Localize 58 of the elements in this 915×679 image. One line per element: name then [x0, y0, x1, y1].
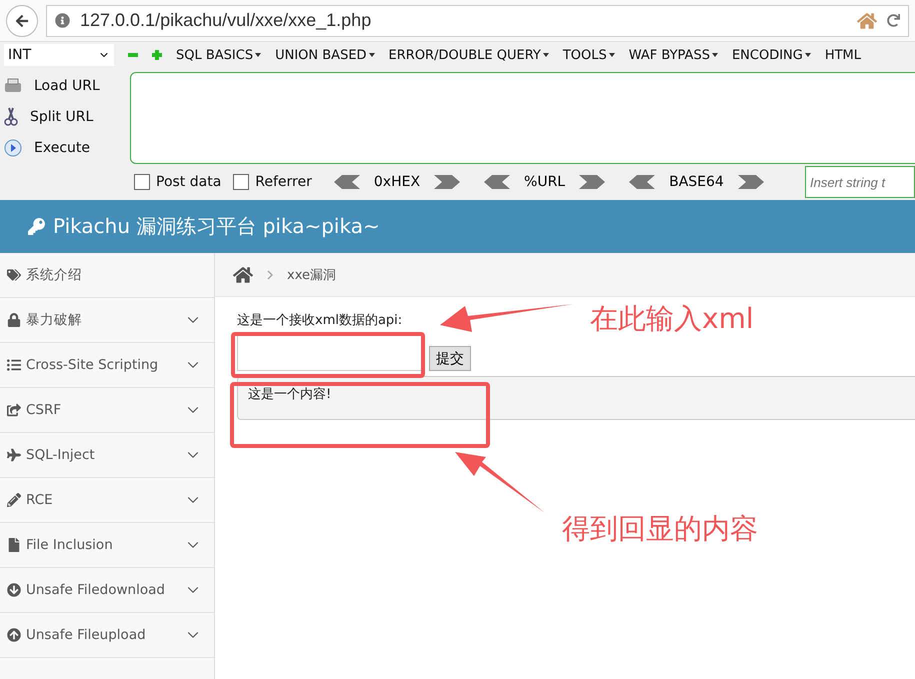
back-button[interactable] [6, 4, 38, 36]
info-icon[interactable] [55, 13, 70, 28]
breadcrumb-text[interactable]: xxe漏洞 [287, 266, 336, 284]
action-button[interactable]: Load URL [4, 74, 130, 97]
type-select[interactable]: INT [4, 44, 114, 66]
menu-icon [7, 493, 21, 507]
minus-icon[interactable] [128, 50, 138, 60]
insert-field[interactable]: Insert string t [805, 166, 915, 198]
sidebar-item[interactable]: CSRF [0, 388, 214, 433]
sidebar-item[interactable]: 系统介绍 [0, 253, 214, 298]
result-text: 这是一个内容! [237, 376, 915, 420]
menu-icon [7, 358, 21, 372]
option-checkbox[interactable]: Referrer [233, 174, 312, 190]
site-title: Pikachu 漏洞练习平台 pika~pika~ [53, 213, 380, 240]
url-textarea[interactable] [130, 72, 915, 164]
home-icon[interactable] [233, 264, 253, 284]
sidebar-item[interactable]: RCE [0, 478, 214, 523]
annotation-text: 在此输入xml [590, 301, 754, 337]
sidebar-item[interactable]: Unsafe Filedownload [0, 568, 214, 613]
menu-icon [7, 628, 21, 642]
play-icon [4, 138, 22, 156]
reload-icon[interactable] [887, 14, 900, 27]
submit-button[interactable]: 提交 [429, 346, 471, 371]
encoder-label: BASE64 [669, 174, 724, 190]
menu-item[interactable]: SQL BASICS [176, 48, 262, 62]
sidebar-item[interactable]: Cross-Site Scripting [0, 343, 214, 388]
menu-item[interactable]: WAF BYPASS [628, 48, 718, 62]
menu-item[interactable]: TOOLS [562, 48, 615, 62]
url-text: 127.0.0.1/pikachu/vul/xxe/xxe_1.php [80, 10, 372, 31]
menu-icon [7, 448, 21, 462]
back-arrow-icon [15, 14, 29, 28]
key-icon [28, 218, 45, 235]
menu-icon [7, 538, 21, 552]
menu-item[interactable]: ERROR/DOUBLE QUERY [388, 48, 549, 62]
printer-icon [4, 78, 22, 94]
menu-item[interactable]: ENCODING [732, 48, 811, 62]
sidebar-item[interactable]: 暴力破解 [0, 298, 214, 343]
menu-icon [7, 268, 21, 282]
sidebar-item[interactable]: Unsafe Fileupload [0, 613, 214, 658]
chevron-right-icon [267, 270, 273, 280]
menu-item[interactable]: HTML [824, 48, 862, 62]
menu-item[interactable]: UNION BASED [275, 48, 375, 62]
menu-icon [7, 583, 21, 597]
xml-input-field[interactable] [237, 335, 423, 371]
sidebar-item[interactable]: SQL-Inject [0, 433, 214, 478]
form-label: 这是一个接收xml数据的api: [237, 312, 402, 329]
encoder-label: %URL [524, 174, 566, 190]
action-button[interactable]: Execute [4, 136, 130, 159]
option-checkbox[interactable]: Post data [134, 174, 222, 190]
action-button[interactable]: Split URL [4, 105, 130, 128]
encoder-label: 0xHEX [374, 174, 420, 190]
plus-icon[interactable] [152, 50, 162, 60]
sidebar-item[interactable]: File Inclusion [0, 523, 214, 568]
menu-icon [7, 403, 21, 417]
annotation-text: 得到回显的内容 [562, 511, 758, 547]
scissors-icon [4, 106, 18, 126]
menu-icon [7, 313, 21, 327]
address-field[interactable]: 127.0.0.1/pikachu/vul/xxe/xxe_1.php [46, 4, 909, 36]
